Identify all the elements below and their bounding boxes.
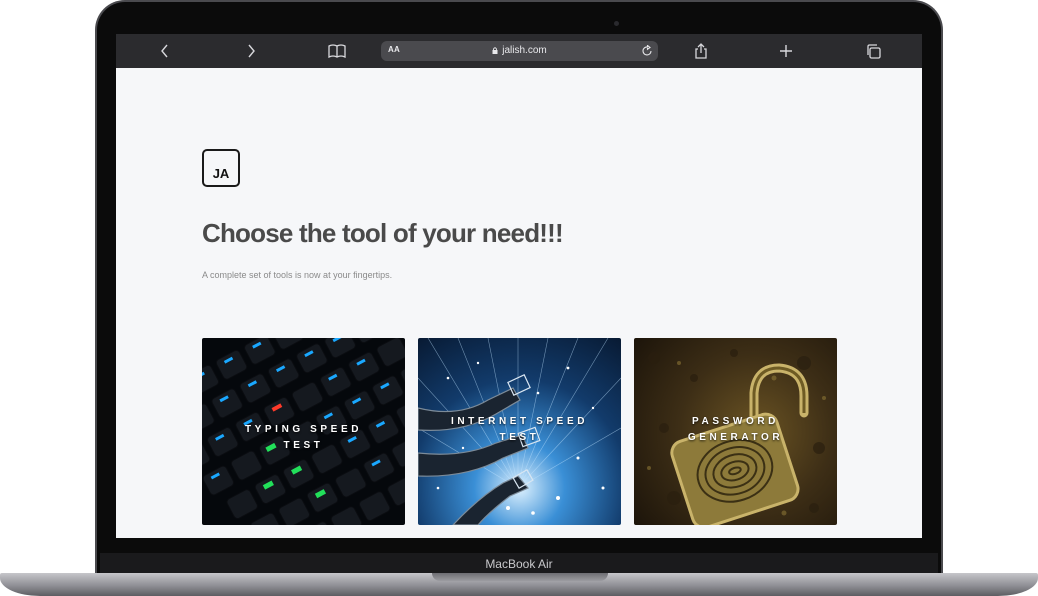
tool-card-typing-speed-test[interactable]: TYPING SPEED TEST: [202, 338, 405, 525]
share-button[interactable]: [686, 34, 716, 68]
browser-toolbar: AA jalish.com: [116, 34, 922, 68]
tool-card-password-generator[interactable]: PASSWORD GENERATOR: [634, 338, 837, 525]
tool-card-internet-speed-test[interactable]: INTERNET SPEED TEST: [418, 338, 621, 525]
camera-icon: [614, 21, 619, 26]
reload-icon: [642, 44, 652, 56]
page-title: Choose the tool of your need!!!: [202, 218, 564, 248]
laptop-hinge-notch: [432, 573, 608, 581]
tabs-overview-button[interactable]: [858, 34, 888, 68]
device-label: MacBook Air: [485, 557, 553, 571]
screen: AA jalish.com JA Choose the tool of your…: [116, 34, 922, 538]
laptop-chin: MacBook Air: [100, 553, 938, 575]
tool-card-label: TYPING SPEED TEST: [244, 424, 363, 451]
share-icon: [695, 43, 707, 59]
chevron-left-icon: [161, 44, 168, 58]
site-logo[interactable]: JA: [202, 149, 240, 187]
back-button[interactable]: [150, 34, 180, 68]
url-display[interactable]: jalish.com: [381, 45, 658, 56]
tabs-icon: [866, 43, 881, 59]
tool-card-label: PASSWORD GENERATOR: [687, 416, 784, 443]
plus-icon: [780, 45, 792, 57]
page-subtitle: A complete set of tools is now at your f…: [202, 270, 393, 280]
chevron-right-icon: [248, 44, 255, 58]
reload-button[interactable]: [641, 44, 653, 62]
page-content: JA Choose the tool of your need!!! A com…: [116, 68, 922, 538]
new-tab-button[interactable]: [771, 34, 801, 68]
lock-icon: [492, 47, 498, 54]
forward-button[interactable]: [236, 34, 266, 68]
url-text: jalish.com: [502, 45, 547, 56]
bookmarks-button[interactable]: [322, 34, 352, 68]
address-bar[interactable]: AA jalish.com: [381, 41, 658, 61]
tool-card-label: INTERNET SPEED TEST: [450, 416, 589, 443]
book-icon: [328, 44, 346, 58]
